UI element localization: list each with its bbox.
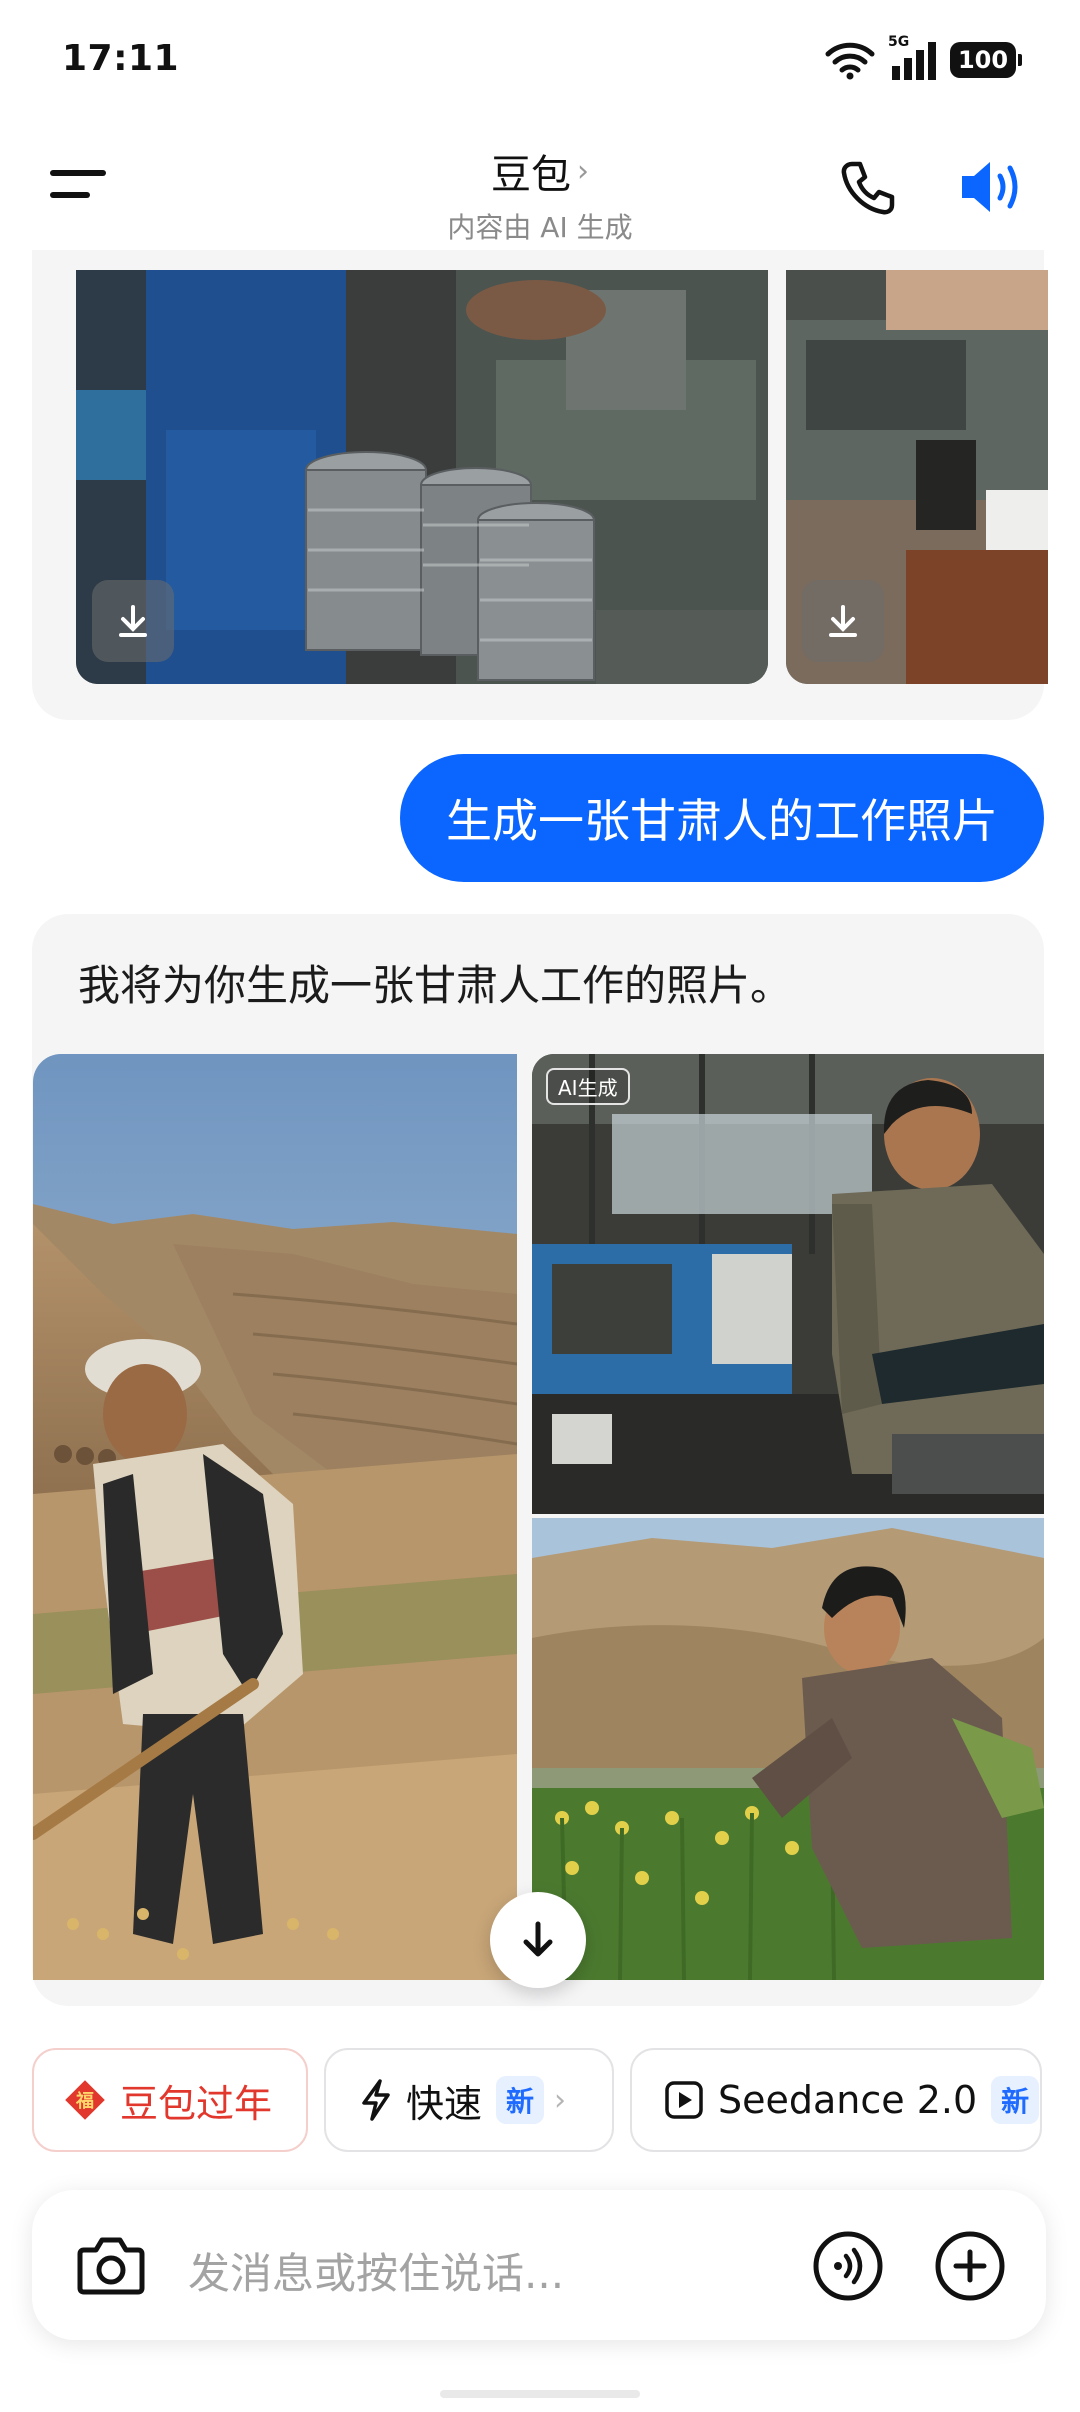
fu-icon: 福 <box>65 2080 105 2120</box>
generated-image-field-worker[interactable] <box>532 1518 1044 1980</box>
play-square-icon <box>665 2081 703 2119</box>
bot-message-text: 我将为你生成一张甘肃人工作的照片。 <box>78 961 793 1010</box>
status-bar: 17:11 5G 100 <box>0 0 1080 120</box>
user-message[interactable]: 生成一张甘肃人的工作照片 <box>400 754 1044 882</box>
generated-image-factory-1[interactable] <box>76 270 768 684</box>
title-block[interactable]: 豆包 › 内容由 AI 生成 <box>0 142 1080 246</box>
bolt-icon <box>362 2079 390 2121</box>
download-button[interactable] <box>92 580 174 662</box>
plus-icon[interactable] <box>934 2230 1006 2302</box>
voice-input-icon[interactable] <box>812 2230 884 2302</box>
speaker-icon[interactable] <box>956 154 1028 220</box>
generated-image-farmer[interactable] <box>33 1054 517 1980</box>
ai-generated-tag: AI生成 <box>546 1068 630 1105</box>
bot-title[interactable]: 豆包 › <box>491 142 589 200</box>
generated-image-factory-worker[interactable]: AI生成 <box>532 1054 1044 1514</box>
arrow-down-icon <box>523 1921 553 1957</box>
phone-icon[interactable] <box>838 158 898 218</box>
chat-header: 豆包 › 内容由 AI 生成 <box>0 130 1080 250</box>
cell-signal-icon: 5G <box>888 34 938 82</box>
suggestion-chips: 福 豆包过年 快速 新 › Seedance 2.0 新 <box>32 2048 1080 2154</box>
status-icons: 5G 100 <box>824 34 1022 82</box>
chip-doubao-new-year[interactable]: 福 豆包过年 <box>32 2048 308 2152</box>
svg-text:福: 福 <box>75 2090 94 2112</box>
camera-icon[interactable] <box>76 2232 146 2298</box>
chip-fast-mode[interactable]: 快速 新 › <box>324 2048 614 2152</box>
chip-label: Seedance 2.0 <box>718 2078 978 2122</box>
home-indicator <box>440 2390 640 2398</box>
message-input-bar: 发消息或按住说话... <box>32 2190 1046 2340</box>
chip-label: 快速 <box>406 2081 483 2126</box>
download-icon <box>119 605 147 637</box>
chip-seedance[interactable]: Seedance 2.0 新 <box>630 2048 1042 2152</box>
wifi-icon <box>825 42 875 80</box>
title-chevron-icon: › <box>577 153 589 189</box>
generated-image-factory-2[interactable] <box>786 270 1048 684</box>
battery-icon: 100 <box>950 42 1022 78</box>
download-icon <box>829 605 857 637</box>
ai-disclaimer: 内容由 AI 生成 <box>447 211 633 244</box>
message-input[interactable]: 发消息或按住说话... <box>188 2240 564 2301</box>
chevron-right-icon: › <box>554 2082 567 2118</box>
bot-title-text: 豆包 <box>491 152 571 198</box>
download-button[interactable] <box>802 580 884 662</box>
chip-label: 豆包过年 <box>120 2081 273 2126</box>
new-badge: 新 <box>991 2076 1040 2124</box>
status-time: 17:11 <box>62 38 180 79</box>
battery-level: 100 <box>957 46 1009 74</box>
network-type: 5G <box>888 34 910 50</box>
new-badge: 新 <box>496 2076 545 2124</box>
scroll-to-bottom-button[interactable] <box>490 1892 586 1988</box>
